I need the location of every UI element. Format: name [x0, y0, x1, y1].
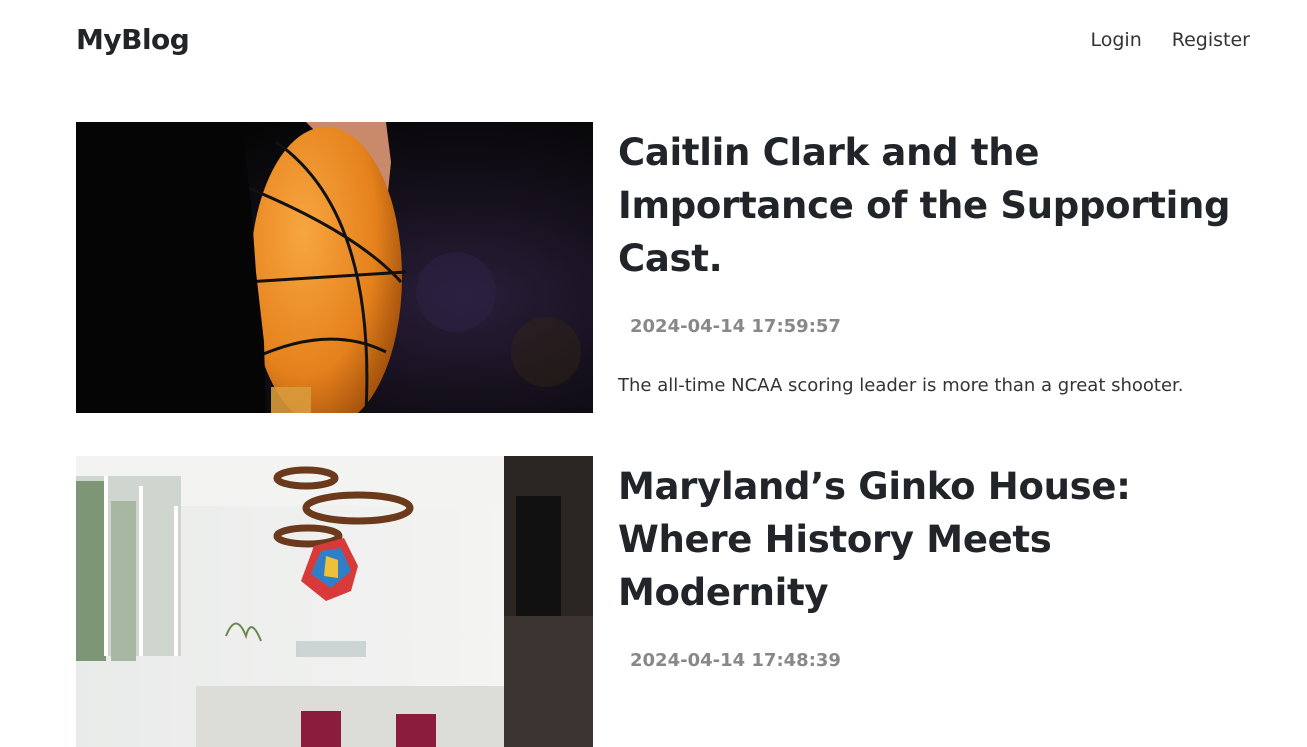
post-card: Maryland’s Ginko House: Where History Me…	[76, 456, 1251, 747]
interior-photo	[76, 456, 593, 747]
login-link[interactable]: Login	[1091, 29, 1142, 51]
post-excerpt: The all-time NCAA scoring leader is more…	[618, 375, 1184, 396]
post-thumbnail[interactable]	[76, 456, 593, 747]
post-title[interactable]: Caitlin Clark and the Importance of the …	[618, 122, 1248, 285]
post-date: 2024-04-14 17:48:39	[630, 650, 841, 671]
post-title[interactable]: Maryland’s Ginko House: Where History Me…	[618, 456, 1248, 619]
basketball-photo	[76, 122, 593, 413]
top-nav: Login Register	[1091, 29, 1251, 51]
post-card: Caitlin Clark and the Importance of the …	[76, 122, 1251, 413]
post-content: Maryland’s Ginko House: Where History Me…	[618, 456, 1248, 671]
brand-logo[interactable]: MyBlog	[76, 23, 190, 56]
register-link[interactable]: Register	[1172, 29, 1250, 51]
post-date: 2024-04-14 17:59:57	[630, 316, 841, 337]
post-thumbnail[interactable]	[76, 122, 593, 413]
post-content: Caitlin Clark and the Importance of the …	[618, 122, 1248, 396]
site-header: MyBlog Login Register	[0, 0, 1307, 84]
